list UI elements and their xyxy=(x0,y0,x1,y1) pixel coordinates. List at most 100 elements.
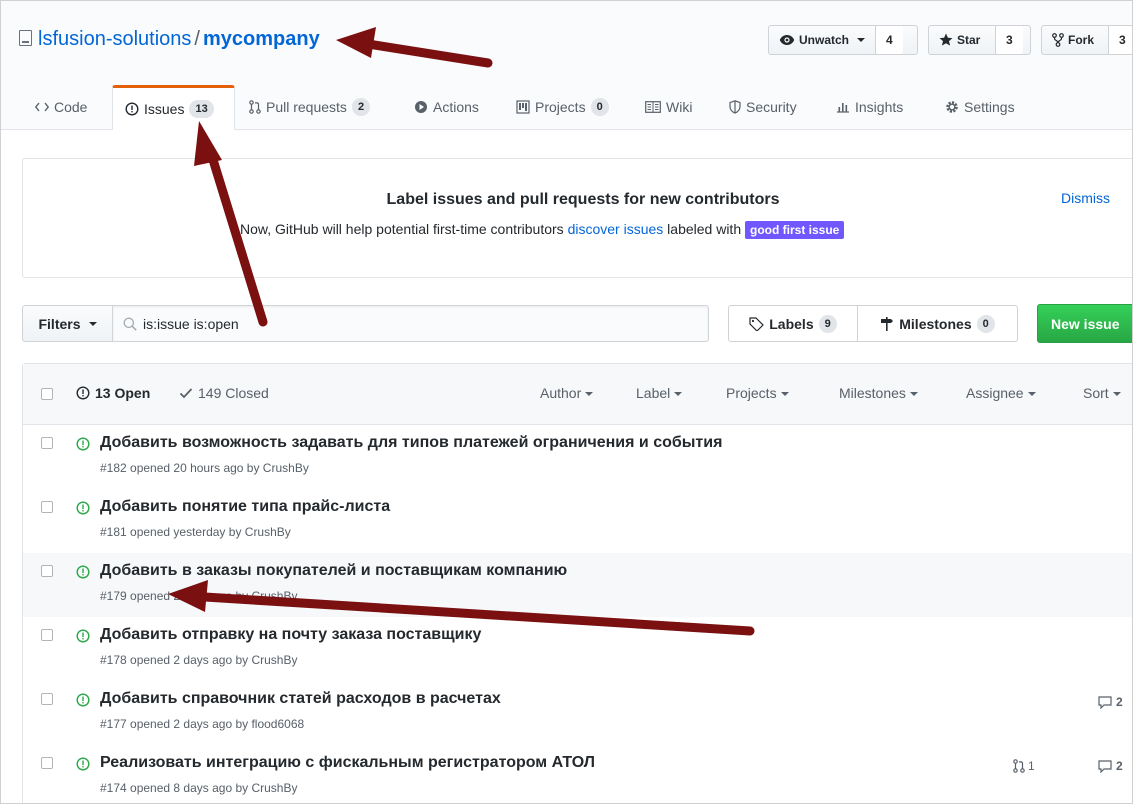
sort-dropdown-label: Sort xyxy=(1083,385,1109,401)
labels-button[interactable]: Labels 9 xyxy=(728,305,858,342)
unwatch-button[interactable]: Unwatch 4 xyxy=(768,25,918,55)
tab-wiki-label: Wiki xyxy=(666,99,693,115)
new-issue-button[interactable]: New issue xyxy=(1037,304,1132,343)
tab-code-label: Code xyxy=(54,99,88,115)
issue-title-link[interactable]: Добавить справочник статей расходов в ра… xyxy=(100,690,501,708)
issue-checkbox[interactable] xyxy=(41,501,53,513)
star-icon xyxy=(939,33,953,46)
issue-comments-link[interactable]: 2 xyxy=(1098,759,1123,773)
issue-comments-link[interactable]: 2 xyxy=(1098,695,1123,709)
comment-icon xyxy=(1098,759,1112,773)
issue-row[interactable]: Реализовать интеграцию с фискальным реги… xyxy=(23,745,1132,803)
chevron-down-icon xyxy=(674,392,683,396)
tab-actions[interactable]: Actions xyxy=(414,85,479,129)
tab-insights[interactable]: Insights xyxy=(836,85,903,129)
tab-insights-label: Insights xyxy=(855,99,904,115)
issue-row[interactable]: Добавить справочник статей расходов в ра… xyxy=(23,681,1132,746)
label-dropdown[interactable]: Label xyxy=(636,385,683,401)
fork-count[interactable]: 3 xyxy=(1109,26,1132,54)
issue-title-link[interactable]: Добавить в заказы покупателей и поставщи… xyxy=(100,562,567,580)
issue-row[interactable]: Добавить в заказы покупателей и поставщи… xyxy=(23,553,1132,618)
comment-count: 2 xyxy=(1116,759,1123,773)
closed-issues-filter[interactable]: 149 Closed xyxy=(179,385,269,401)
open-count: 13 Open xyxy=(95,385,151,401)
gear-icon xyxy=(946,101,958,113)
play-icon xyxy=(415,101,427,113)
graph-icon xyxy=(837,103,849,113)
banner-text-after: labeled with xyxy=(663,221,745,237)
issue-meta: #182 opened 20 hours ago by CrushBy xyxy=(100,461,309,475)
issue-checkbox[interactable] xyxy=(41,437,53,449)
milestone-icon xyxy=(881,316,894,331)
sort-dropdown[interactable]: Sort xyxy=(1083,385,1121,401)
projects-dropdown[interactable]: Projects xyxy=(726,385,789,401)
good-first-issue-label[interactable]: good first issue xyxy=(745,221,845,239)
tab-wiki[interactable]: Wiki xyxy=(645,85,692,129)
issue-meta: #181 opened yesterday by CrushBy xyxy=(100,525,291,539)
tab-pull-requests[interactable]: Pull requests 2 xyxy=(249,85,371,129)
issue-row[interactable]: Добавить понятие типа прайс-листа #181 o… xyxy=(23,489,1132,554)
tab-issues-label: Issues xyxy=(144,101,185,117)
issues-list: 13 Open 149 Closed Author Label Projects… xyxy=(22,363,1132,803)
issue-title-link[interactable]: Добавить возможность задавать для типов … xyxy=(100,434,722,452)
repo-owner-link[interactable]: lsfusion-solutions xyxy=(38,28,191,50)
assignee-dropdown[interactable]: Assignee xyxy=(966,385,1036,401)
shield-icon xyxy=(729,100,741,114)
star-count[interactable]: 3 xyxy=(996,26,1023,54)
search-input[interactable] xyxy=(143,315,643,332)
fork-button[interactable]: Fork 3 xyxy=(1041,25,1132,55)
issue-title-link[interactable]: Добавить отправку на почту заказа постав… xyxy=(100,626,481,644)
linked-pull-requests-link[interactable]: 1 xyxy=(1013,759,1035,773)
issue-checkbox[interactable] xyxy=(41,629,53,641)
tab-code[interactable]: Code xyxy=(35,85,87,129)
tab-settings[interactable]: Settings xyxy=(945,85,1015,129)
milestones-button[interactable]: Milestones 0 xyxy=(857,305,1018,342)
dismiss-button[interactable]: Dismiss xyxy=(1061,190,1110,206)
chevron-down-icon xyxy=(909,392,918,396)
pull-request-icon xyxy=(1013,759,1025,773)
issue-checkbox[interactable] xyxy=(41,565,53,577)
book-icon xyxy=(645,101,661,113)
star-label: Star xyxy=(957,33,981,47)
issue-opened-icon xyxy=(76,565,90,579)
chevron-down-icon xyxy=(780,392,789,396)
assignee-dropdown-label: Assignee xyxy=(966,385,1024,401)
issue-title-link[interactable]: Добавить понятие типа прайс-листа xyxy=(100,498,390,516)
comment-count: 2 xyxy=(1116,695,1123,709)
tab-security-label: Security xyxy=(746,99,797,115)
issue-opened-icon xyxy=(76,501,90,515)
filters-button[interactable]: Filters xyxy=(22,305,113,342)
issue-checkbox[interactable] xyxy=(41,757,53,769)
tab-projects[interactable]: Projects 0 xyxy=(516,85,609,129)
issue-opened-icon xyxy=(125,102,139,116)
open-issues-filter[interactable]: 13 Open xyxy=(76,385,150,401)
window: lsfusion-solutions / mycompany Unwatch 4 S… xyxy=(0,0,1133,804)
issue-search[interactable] xyxy=(112,305,709,342)
chevron-down-icon xyxy=(1112,392,1121,396)
discover-issues-link[interactable]: discover issues xyxy=(568,221,664,237)
milestones-dropdown-label: Milestones xyxy=(839,385,906,401)
milestones-dropdown[interactable]: Milestones xyxy=(839,385,918,401)
author-dropdown[interactable]: Author xyxy=(540,385,594,401)
repo-name-link[interactable]: mycompany xyxy=(203,28,320,50)
tab-pull-requests-label: Pull requests xyxy=(266,99,347,115)
tab-actions-label: Actions xyxy=(433,99,479,115)
issue-checkbox[interactable] xyxy=(41,693,53,705)
issue-meta: #178 opened 2 days ago by CrushBy xyxy=(100,653,298,667)
issue-row[interactable]: Добавить отправку на почту заказа постав… xyxy=(23,617,1132,682)
fork-icon xyxy=(1052,33,1064,47)
project-icon xyxy=(516,100,530,114)
issue-title-link[interactable]: Реализовать интеграцию с фискальным реги… xyxy=(100,754,595,772)
star-button[interactable]: Star 3 xyxy=(928,25,1031,55)
repo-tabs: Code Issues 13 Pull requests 2 Actions P… xyxy=(1,85,1132,130)
tab-security[interactable]: Security xyxy=(729,85,797,129)
chevron-down-icon xyxy=(585,392,594,396)
tab-issues[interactable]: Issues 13 xyxy=(112,85,235,130)
select-all-checkbox[interactable] xyxy=(41,388,53,400)
issue-row[interactable]: Добавить возможность задавать для типов … xyxy=(23,425,1132,490)
issue-opened-icon xyxy=(76,629,90,643)
banner-title: Label issues and pull requests for new c… xyxy=(386,191,780,208)
issue-meta: #174 opened 8 days ago by CrushBy xyxy=(100,781,298,795)
eye-icon xyxy=(779,35,795,45)
watch-count[interactable]: 4 xyxy=(876,26,903,54)
